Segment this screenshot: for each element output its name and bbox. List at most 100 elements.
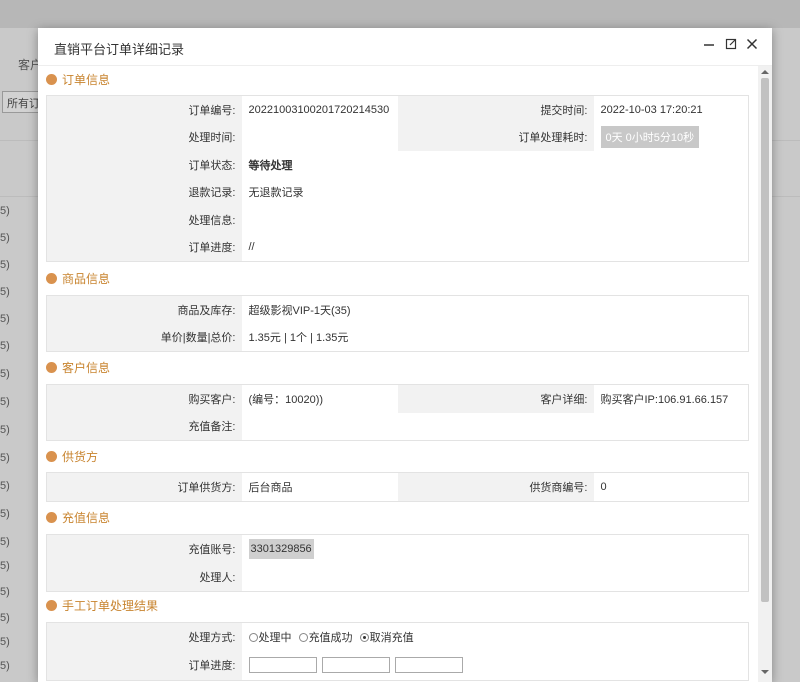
order-detail-dialog: 直销平台订单详细记录 订单信息 订单编号: 202210031002017202… (38, 28, 772, 682)
section-customer-info: 客户信息 (46, 360, 110, 376)
status-label: 订单状态: (46, 150, 242, 179)
scroll-up-icon[interactable] (761, 70, 769, 74)
close-icon[interactable] (742, 36, 762, 56)
radio-checked-icon (359, 632, 369, 642)
background-row: 5) (0, 452, 10, 464)
refund-label: 退款记录: (46, 178, 242, 206)
supplier-label: 订单供货方: (46, 472, 242, 502)
section-recharge-info: 充值信息 (46, 510, 110, 526)
section-title-text: 充值信息 (62, 511, 111, 525)
account-cell: 3301329856 (241, 534, 749, 564)
dialog-body: 订单信息 订单编号: 20221003100201720214530 提交时间:… (38, 66, 758, 682)
duration-label: 订单处理耗时: (397, 123, 594, 151)
radio-label: 取消充值 (369, 631, 414, 644)
bullet-icon (46, 600, 57, 611)
method-options: 处理中 充值成功 取消充值 (241, 622, 749, 651)
section-title-text: 客户信息 (62, 361, 111, 375)
order-no-value: 20221003100201720214530 (241, 95, 398, 124)
background-row: 5) (0, 340, 10, 352)
radio-processing[interactable]: 处理中 (248, 631, 292, 644)
background-row: 5) (0, 424, 10, 436)
background-row: 5) (0, 480, 10, 492)
background-row: 5) (0, 612, 10, 624)
section-goods-info: 商品信息 (46, 271, 110, 287)
section-manual-result: 手工订单处理结果 (46, 598, 158, 614)
bullet-icon (46, 74, 57, 85)
progress-input-3[interactable] (394, 657, 463, 674)
recharge-info-table: 充值账号: 3301329856 处理人: (46, 534, 749, 592)
process-time-label: 处理时间: (46, 123, 242, 151)
background-row: 5) (0, 536, 10, 548)
background-row: 5) (0, 286, 10, 298)
maximize-icon[interactable] (721, 36, 741, 56)
goods-info-table: 商品及库存: 超级影视VIP-1天(35) 单价|数量|总价: 1.35元 | … (46, 295, 749, 352)
price-value: 1.35元 | 1个 | 1.35元 (241, 323, 749, 352)
radio-label: 处理中 (258, 631, 292, 644)
refund-value: 无退款记录 (241, 178, 749, 206)
radio-cancel-recharge[interactable]: 取消充值 (359, 631, 414, 644)
customer-detail-label: 客户详细: (397, 384, 594, 413)
background-row: 5) (0, 259, 10, 271)
manual-result-table: 处理方式: 处理中 充值成功 取消充值 订单进度: (46, 622, 749, 681)
order-info-table: 订单编号: 20221003100201720214530 提交时间: 2022… (46, 95, 749, 262)
customer-detail-value: 购买客户IP:106.91.66.157 (593, 384, 749, 413)
section-order-info: 订单信息 (46, 72, 110, 88)
supplier-value: 后台商品 (241, 472, 398, 502)
manual-progress-label: 订单进度: (46, 650, 242, 681)
bullet-icon (46, 362, 57, 373)
section-title-text: 手工订单处理结果 (62, 599, 159, 613)
handler-label: 处理人: (46, 563, 242, 592)
supplier-no-value: 0 (593, 472, 749, 502)
background-row: 5) (0, 205, 10, 217)
background-row: 5) (0, 368, 10, 380)
section-supplier: 供货方 (46, 449, 98, 465)
radio-recharge-success[interactable]: 充值成功 (298, 631, 353, 644)
price-label: 单价|数量|总价: (46, 323, 242, 352)
background-row: 5) (0, 660, 10, 672)
progress-input-1[interactable] (248, 657, 317, 674)
dialog-scrollbar[interactable] (758, 66, 772, 682)
method-label: 处理方式: (46, 622, 242, 651)
status-value: 等待处理 (241, 150, 749, 179)
process-info-label: 处理信息: (46, 205, 242, 234)
process-info-value (241, 205, 749, 234)
minimize-icon[interactable] (699, 36, 719, 56)
scroll-down-icon[interactable] (761, 670, 769, 674)
section-title-text: 订单信息 (62, 73, 111, 87)
background-row: 5) (0, 508, 10, 520)
background-row: 5) (0, 636, 10, 648)
goods-label: 商品及库存: (46, 295, 242, 324)
background-row: 5) (0, 586, 10, 598)
background-row: 5) (0, 560, 10, 572)
process-time-value (241, 123, 398, 151)
bullet-icon (46, 451, 57, 462)
progress-input-2[interactable] (321, 657, 390, 674)
section-title-text: 商品信息 (62, 272, 111, 286)
order-progress-value: // (241, 233, 749, 262)
bullet-icon (46, 512, 57, 523)
background-row: 5) (0, 313, 10, 325)
manual-progress-inputs (241, 650, 749, 681)
duration-badge: 0天 0小时5分10秒 (600, 126, 700, 148)
account-label: 充值账号: (46, 534, 242, 564)
radio-icon (248, 632, 258, 642)
customer-info-table: 购买客户: (编号：10020)) 客户详细: 购买客户IP:106.91.66… (46, 384, 749, 441)
dialog-title: 直销平台订单详细记录 (54, 42, 185, 57)
order-progress-label: 订单进度: (46, 233, 242, 262)
submit-time-value: 2022-10-03 17:20:21 (593, 95, 749, 124)
radio-icon (298, 632, 308, 642)
background-topbar (0, 0, 800, 28)
supplier-table: 订单供货方: 后台商品 供货商编号: 0 (46, 472, 749, 502)
dialog-header: 直销平台订单详细记录 (38, 28, 772, 66)
scrollbar-thumb[interactable] (761, 78, 769, 602)
goods-value: 超级影视VIP-1天(35) (241, 295, 749, 324)
handler-value (241, 563, 749, 592)
bullet-icon (46, 273, 57, 284)
radio-label: 充值成功 (308, 631, 353, 644)
order-no-label: 订单编号: (46, 95, 242, 124)
buyer-label: 购买客户: (46, 384, 242, 413)
buyer-value: (编号：10020)) (241, 384, 398, 413)
submit-time-label: 提交时间: (397, 95, 594, 124)
recharge-account-value[interactable]: 3301329856 (248, 539, 314, 560)
background-row: 5) (0, 232, 10, 244)
